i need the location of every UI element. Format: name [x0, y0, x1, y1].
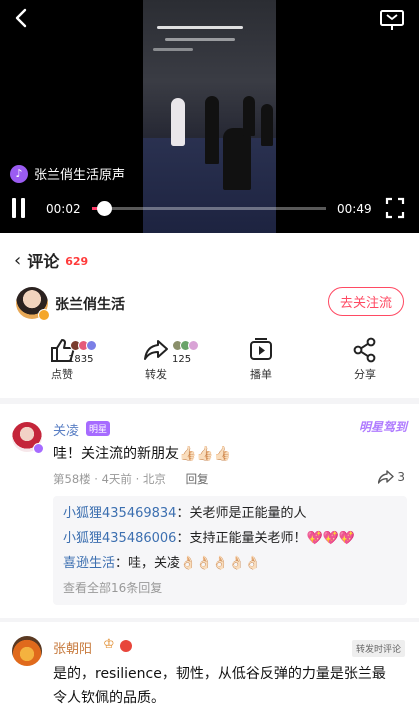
comment-item: 关凌 明星 明星驾到 哇！关注流的新朋友👍🏻👍🏻👍🏻 第58楼 · 4天前 · … — [0, 416, 419, 616]
chevron-left-icon[interactable]: ‹ — [14, 250, 21, 271]
repost-arrow-icon — [378, 470, 395, 484]
video-frame — [143, 0, 276, 233]
reply-item[interactable]: 喜逊生活：哇，关凌👌🏻👌🏻👌🏻👌🏻👌🏻 — [63, 551, 397, 576]
star-arrived-tag: 明星驾到 — [358, 420, 407, 434]
pause-icon — [12, 198, 16, 218]
repost-comment-tag: 转发时评论 — [351, 640, 405, 657]
like-avatars — [70, 340, 97, 351]
level-badge-icon — [120, 640, 132, 652]
section-divider — [0, 618, 419, 622]
reply-item[interactable]: 小狐狸435486006：支持正能量关老师！💖💖💖 — [63, 526, 397, 551]
crown-icon: ♔ — [103, 637, 115, 652]
back-arrow-icon — [15, 8, 27, 28]
verified-icon — [38, 309, 50, 321]
pause-button[interactable] — [12, 198, 32, 220]
cast-button[interactable] — [379, 9, 405, 31]
like-count: 1835 — [68, 354, 94, 365]
comment-share-count: 3 — [397, 470, 405, 484]
duration: 00:49 — [337, 202, 372, 216]
comments-header[interactable]: ‹ 评论 629 — [14, 248, 88, 272]
comment-floor: 第58楼 — [53, 472, 91, 486]
commenter-avatar[interactable] — [12, 422, 44, 454]
current-time: 00:02 — [46, 202, 81, 216]
reply-item[interactable]: 小狐狸435469834：关老师是正能量的人 — [63, 501, 397, 526]
playlist-label: 播单 — [250, 368, 272, 381]
progress-knob[interactable] — [96, 201, 112, 216]
view-all-replies-link[interactable]: 查看全部16条回复 — [63, 576, 397, 600]
comments-title: 评论 — [27, 252, 60, 271]
commenter-name[interactable]: 关凌 — [53, 420, 79, 439]
share-button[interactable]: 分享 — [341, 337, 389, 382]
author-name[interactable]: 张兰俏生活 — [55, 294, 125, 314]
comment-item: 张朝阳 ♔ 转发时评论 是的，resilience，韧性，从低谷反弹的力量是张兰… — [0, 632, 419, 715]
repost-avatars — [172, 340, 199, 351]
comment-location: 北京 — [142, 472, 166, 486]
audio-source[interactable]: ♪ 张兰俏生活原声 — [10, 164, 125, 183]
repost-label: 转发 — [145, 368, 167, 381]
share-label: 分享 — [354, 368, 376, 381]
commenter-name[interactable]: 张朝阳 — [53, 638, 92, 657]
back-button[interactable] — [12, 7, 34, 31]
fullscreen-button[interactable] — [385, 197, 405, 219]
author-row: 张兰俏生活 去关注流 — [16, 287, 404, 321]
comment-time: 4天前 — [101, 472, 132, 486]
comment-meta: 第58楼 · 4天前 · 北京 回复 — [53, 472, 209, 486]
video-player[interactable]: ♪ 张兰俏生活原声 00:02 00:49 — [0, 0, 419, 233]
like-label: 点赞 — [51, 368, 73, 381]
reply-button[interactable]: 回复 — [186, 472, 209, 486]
share-nodes-icon — [353, 337, 376, 363]
comments-count: 629 — [65, 255, 89, 268]
playlist-button[interactable]: 播单 — [237, 337, 285, 382]
comment-share-button[interactable]: 3 — [378, 470, 405, 484]
replies-box[interactable]: 小狐狸435469834：关老师是正能量的人 小狐狸435486006：支持正能… — [53, 496, 407, 605]
repost-count: 125 — [172, 354, 192, 365]
action-bar: 点赞 1835 转发 125 播单 分享 — [0, 337, 419, 387]
tv-cast-icon — [380, 10, 404, 30]
comment-text: 是的，resilience，韧性，从低谷反弹的力量是张兰最 令人钦佩的品质。 — [53, 666, 386, 706]
repost-arrow-icon — [144, 340, 168, 360]
playlist-icon — [250, 338, 272, 360]
progress-slider[interactable] — [92, 201, 326, 216]
commenter-avatar[interactable] — [12, 636, 42, 666]
star-badge: 明星 — [86, 421, 111, 436]
follow-button[interactable]: 去关注流 — [328, 287, 404, 316]
fullscreen-icon — [385, 197, 405, 219]
section-divider — [0, 398, 419, 404]
comment-text: 哇！关注流的新朋友👍🏻👍🏻👍🏻 — [53, 446, 232, 462]
music-note-icon: ♪ — [10, 164, 28, 183]
author-avatar[interactable] — [16, 287, 50, 321]
audio-source-label: 张兰俏生活原声 — [34, 168, 126, 183]
verified-icon — [33, 443, 44, 454]
